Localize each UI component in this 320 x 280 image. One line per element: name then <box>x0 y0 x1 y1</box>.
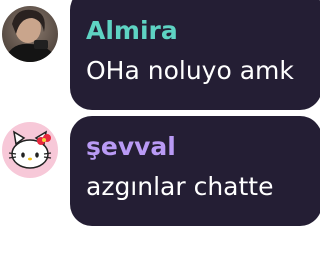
message-text: azgınlar chatte <box>86 172 274 201</box>
message-bubble: Almira OHa noluyo amk <box>70 0 320 110</box>
message-text: OHa noluyo amk <box>86 56 294 85</box>
chat-messages: Almira OHa noluyo amk şevval azgınlar ch… <box>0 0 320 280</box>
author-name[interactable]: Almira <box>86 16 178 45</box>
hello-kitty-icon[interactable] <box>2 122 58 178</box>
user-photo-icon[interactable] <box>2 6 58 62</box>
message-bubble: şevval azgınlar chatte <box>70 116 320 226</box>
author-name[interactable]: şevval <box>86 132 176 161</box>
